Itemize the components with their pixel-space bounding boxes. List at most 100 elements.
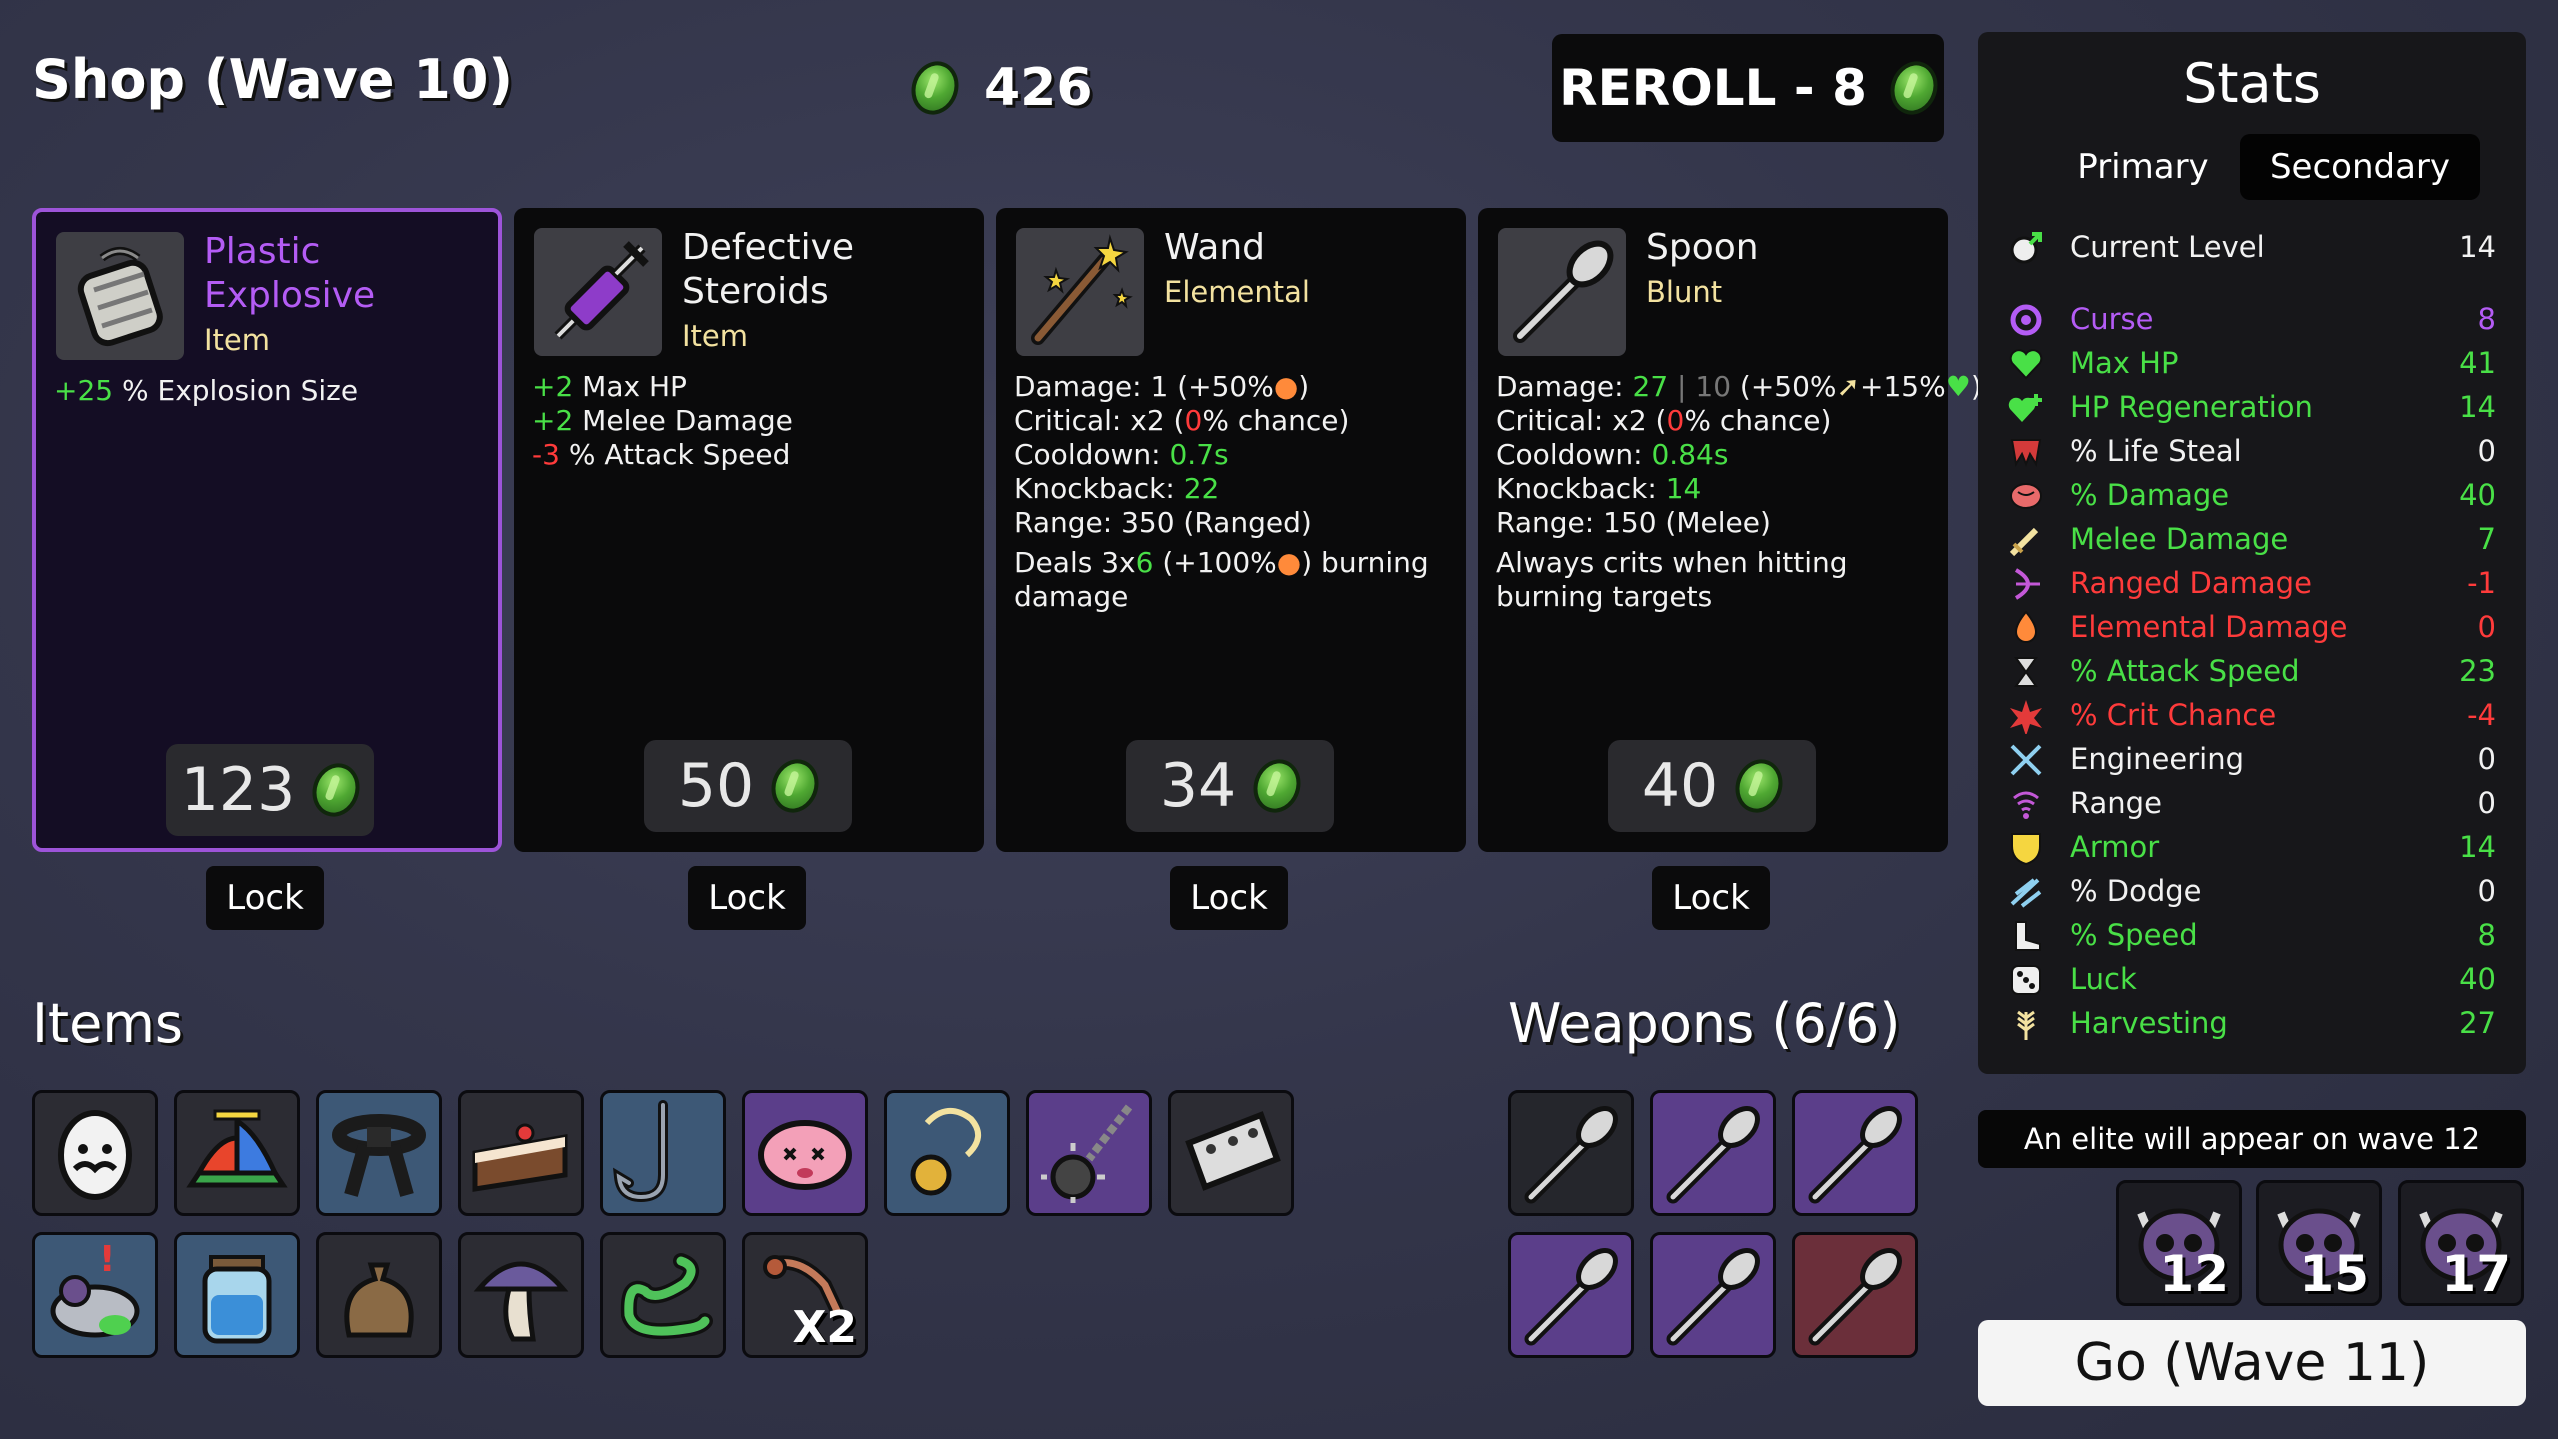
hourglass-icon xyxy=(2014,657,2038,687)
elite-wave-number: 17 xyxy=(2441,1245,2511,1303)
tab-secondary[interactable]: Secondary xyxy=(2240,134,2480,200)
item-name-line2: Explosive xyxy=(204,275,376,316)
damage-line: Damage: 1 (+50%●) xyxy=(1014,370,1310,403)
damage-line: Damage: 27 | 10 (+50%➚+15%♥) xyxy=(1496,370,1982,404)
stat-label: Luck xyxy=(2070,962,2137,996)
crit-icon xyxy=(2010,700,2042,734)
critical-suffix: % chance) xyxy=(1202,404,1350,437)
shop-title: Shop (Wave 10) xyxy=(32,48,514,111)
item-alien-creature[interactable]: ! xyxy=(32,1232,158,1358)
go-next-wave-button[interactable]: Go (Wave 11) xyxy=(1978,1320,2526,1406)
stat-value: 27 xyxy=(2459,1006,2496,1040)
jar-icon xyxy=(202,1255,272,1344)
lock-button[interactable]: Lock xyxy=(1652,866,1770,930)
item-pink-blob[interactable] xyxy=(742,1090,868,1216)
special-text: Deals 3x xyxy=(1014,546,1136,579)
item-bag[interactable] xyxy=(316,1232,442,1358)
stat-label: HP Regeneration xyxy=(2070,390,2313,424)
stat-value: 40 xyxy=(2459,478,2496,512)
stat-value: 23 xyxy=(2459,654,2496,688)
item-lucky-coin[interactable] xyxy=(884,1090,1010,1216)
stat-value: -4 xyxy=(2467,698,2496,732)
svg-text:!: ! xyxy=(99,1239,115,1280)
price-value: 50 xyxy=(677,751,755,821)
stat-row-ranged-damage: Ranged Damage -1 xyxy=(1978,562,2526,606)
damage-scaling: (+50% xyxy=(1731,370,1837,403)
weapon-slot-spoon-1[interactable] xyxy=(1508,1090,1634,1216)
stat-row-pct-dodge: % Dodge 0 xyxy=(1978,870,2526,914)
lock-button[interactable]: Lock xyxy=(206,866,324,930)
critical-suffix: % chance) xyxy=(1684,404,1832,437)
spoon-icon xyxy=(1524,1106,1618,1204)
cooldown-value: 0.84s xyxy=(1651,438,1729,471)
flame-icon xyxy=(2014,610,2038,643)
knockback-label: Knockback: xyxy=(1014,472,1184,505)
cooldown-label: Cooldown: xyxy=(1014,438,1170,471)
effect-text: % Explosion Size xyxy=(113,374,359,407)
damage-value: 27 xyxy=(1632,370,1669,403)
price-tag: 123 xyxy=(166,744,374,836)
item-egg-mustache[interactable] xyxy=(32,1090,158,1216)
stat-label: Current Level xyxy=(2070,230,2265,264)
materials-value: 426 xyxy=(984,58,1093,118)
item-flail-chain[interactable] xyxy=(1026,1090,1152,1216)
shop-card-wand[interactable]: Wand Elemental Damage: 1 (+50%●) Critica… xyxy=(996,208,1466,852)
stat-label: % Crit Chance xyxy=(2070,698,2277,732)
item-mushroom[interactable] xyxy=(458,1232,584,1358)
spoon-icon xyxy=(1666,1248,1760,1346)
shop-card-defective-steroids[interactable]: Defective Steroids Item +2 Max HP +2 Mel… xyxy=(514,208,984,852)
lock-button[interactable]: Lock xyxy=(688,866,806,930)
stat-row-harvesting: Harvesting 27 xyxy=(1978,1002,2526,1046)
weapon-slot-spoon-6[interactable] xyxy=(1792,1232,1918,1358)
reroll-label: REROLL - 8 xyxy=(1559,59,1867,117)
effect-text: % Attack Speed xyxy=(559,438,791,471)
tab-primary[interactable]: Primary xyxy=(2038,134,2248,200)
stat-row-curse: Curse 8 xyxy=(1978,298,2526,342)
stat-row-pct-speed: % Speed 8 xyxy=(1978,914,2526,958)
cooldown-line: Cooldown: 0.7s xyxy=(1014,438,1452,472)
item-propeller-hat[interactable] xyxy=(174,1090,300,1216)
item-claw-x2[interactable]: X2 xyxy=(742,1232,868,1358)
stat-value: -1 xyxy=(2467,566,2496,600)
dice-icon xyxy=(2011,965,2041,995)
syringe-icon xyxy=(534,228,662,356)
item-quantity: X2 xyxy=(792,1302,857,1353)
plastic-explosive-icon xyxy=(56,232,184,360)
weapon-slot-spoon-5[interactable] xyxy=(1650,1232,1776,1358)
special-text: (+100% xyxy=(1153,546,1277,579)
item-snake[interactable] xyxy=(600,1232,726,1358)
weapon-name: Wand xyxy=(1164,227,1266,268)
stat-value: 8 xyxy=(2477,302,2496,336)
item-name-line1: Defective xyxy=(682,227,855,268)
price-tag: 50 xyxy=(644,740,852,832)
material-gem-icon xyxy=(1246,752,1309,820)
item-armor-plate[interactable] xyxy=(1168,1090,1294,1216)
effect-value: +25 xyxy=(54,374,114,407)
stat-label: % Speed xyxy=(2070,918,2198,952)
stat-row-elemental-damage: Elemental Damage 0 xyxy=(1978,606,2526,650)
lock-button[interactable]: Lock xyxy=(1170,866,1288,930)
item-black-belt[interactable] xyxy=(316,1090,442,1216)
knockback-line: Knockback: 14 xyxy=(1496,472,1934,506)
stat-value: 14 xyxy=(2459,230,2496,264)
reroll-button[interactable]: REROLL - 8 xyxy=(1552,34,1945,142)
item-fishing-hook[interactable] xyxy=(600,1090,726,1216)
weapon-slot-spoon-4[interactable] xyxy=(1508,1232,1634,1358)
weapons-title: Weapons (6/6) xyxy=(1508,992,1901,1055)
stat-value: 40 xyxy=(2459,962,2496,996)
stat-label: % Life Steal xyxy=(2070,434,2242,468)
stat-label: Range xyxy=(2070,786,2162,820)
damage-text: Damage: 1 (+50% xyxy=(1014,370,1274,403)
weapon-slot-spoon-2[interactable] xyxy=(1650,1090,1776,1216)
weapon-slot-spoon-3[interactable] xyxy=(1792,1090,1918,1216)
shop-card-spoon[interactable]: Spoon Blunt Damage: 27 | 10 (+50%➚+15%♥)… xyxy=(1478,208,1982,852)
shop-card-plastic-explosive[interactable]: Plastic Explosive Item +25 % Explosion S… xyxy=(32,208,502,852)
knockback-label: Knockback: xyxy=(1496,472,1666,505)
stat-row-range: Range 0 xyxy=(1978,782,2526,826)
elite-wave-17: 17 xyxy=(2398,1180,2524,1306)
price-value: 34 xyxy=(1159,751,1237,821)
critical-line: Critical: x2 (0% chance) xyxy=(1496,404,1934,438)
price-value: 123 xyxy=(180,755,296,825)
item-cake[interactable] xyxy=(458,1090,584,1216)
item-jar[interactable] xyxy=(174,1232,300,1358)
